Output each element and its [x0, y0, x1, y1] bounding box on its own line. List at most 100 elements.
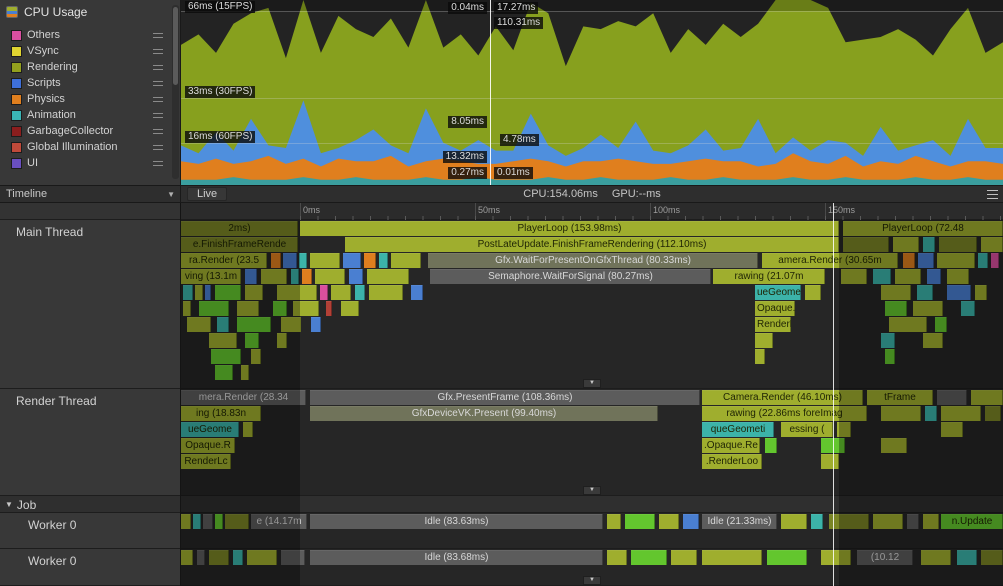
timeline-block[interactable] — [625, 514, 655, 529]
timeline-block[interactable] — [755, 349, 765, 364]
timeline-block[interactable] — [225, 514, 249, 529]
timeline-block[interactable]: ueGeome — [181, 422, 239, 437]
timeline-block[interactable] — [873, 514, 903, 529]
timeline-block[interactable] — [903, 253, 915, 268]
timeline-block[interactable] — [247, 550, 277, 565]
timeline-block[interactable] — [215, 285, 241, 300]
timeline-block[interactable] — [885, 349, 895, 364]
timeline-block[interactable] — [985, 406, 1001, 421]
timeline-block[interactable] — [881, 406, 921, 421]
timeline-block[interactable]: RenderLc — [755, 317, 791, 332]
timeline-block[interactable]: PlayerLoop (153.98ms) — [300, 221, 839, 236]
drag-handle-icon[interactable] — [153, 97, 163, 102]
timeline-block[interactable] — [918, 253, 934, 268]
timeline-block[interactable] — [881, 333, 895, 348]
timeline-block[interactable] — [829, 514, 869, 529]
timeline-block[interactable]: Gfx.WaitForPresentOnGfxThread (80.33ms) — [428, 253, 758, 268]
timeline-block[interactable] — [659, 514, 679, 529]
timeline-block[interactable] — [311, 317, 321, 332]
timeline-block[interactable] — [302, 269, 312, 284]
timeline-block[interactable] — [925, 406, 937, 421]
timeline-block[interactable] — [907, 514, 919, 529]
timeline-block[interactable]: Idle (83.63ms) — [310, 514, 603, 529]
timeline-block[interactable] — [781, 514, 807, 529]
legend-item-others[interactable]: Others — [0, 27, 169, 43]
timeline-block[interactable] — [683, 514, 699, 529]
cpu-usage-chart[interactable]: 66ms (15FPS)33ms (30FPS)16ms (60FPS)0.04… — [181, 0, 1003, 185]
legend-item-vsync[interactable]: VSync — [0, 43, 169, 59]
thread-row-label-main[interactable]: Main Thread — [0, 220, 181, 389]
timeline-block[interactable] — [607, 550, 627, 565]
timeline-block[interactable] — [369, 285, 403, 300]
thread-row-label-render[interactable]: Render Thread — [0, 389, 181, 496]
timeline-block[interactable] — [320, 285, 328, 300]
timeline-block[interactable] — [183, 285, 193, 300]
expand-collapse-button[interactable]: ▼ — [583, 379, 601, 388]
timeline-block[interactable]: GfxDeviceVK.Present (99.40ms) — [310, 406, 658, 421]
timeline-block[interactable] — [349, 269, 363, 284]
timeline-block[interactable] — [364, 253, 376, 268]
timeline-block[interactable] — [821, 438, 845, 453]
timeline-block[interactable] — [195, 285, 203, 300]
timeline-block[interactable]: ra.Render (23.5 — [181, 253, 267, 268]
timeline-block[interactable] — [261, 269, 287, 284]
timeline-block[interactable]: PostLateUpdate.FinishFrameRendering (112… — [345, 237, 839, 252]
timeline-block[interactable] — [243, 422, 253, 437]
timeline-block[interactable]: Semaphore.WaitForSignal (80.27ms) — [430, 269, 711, 284]
timeline-block[interactable] — [923, 237, 935, 252]
timeline-block[interactable] — [343, 253, 361, 268]
timeline-block[interactable] — [379, 253, 388, 268]
legend-item-animation[interactable]: Animation — [0, 107, 169, 123]
timeline-block[interactable] — [937, 253, 975, 268]
timeline-block[interactable] — [193, 514, 201, 529]
timeline-block[interactable] — [947, 269, 969, 284]
timeline-block[interactable] — [181, 550, 193, 565]
timeline-block[interactable] — [187, 317, 211, 332]
timeline-block[interactable] — [411, 285, 423, 300]
expand-collapse-button[interactable]: ▼ — [583, 576, 601, 585]
timeline-block[interactable]: Opaque.R — [755, 301, 795, 316]
timeline-block[interactable] — [961, 301, 975, 316]
timeline-block[interactable] — [293, 301, 319, 316]
legend-scrollbar-thumb[interactable] — [173, 7, 178, 85]
timeline-block[interactable]: ing (18.83n — [181, 406, 261, 421]
timeline-block[interactable] — [203, 514, 213, 529]
timeline-block[interactable] — [391, 253, 421, 268]
timeline-block[interactable] — [331, 285, 351, 300]
timeline-block[interactable] — [873, 269, 891, 284]
legend-item-garbagecollector[interactable]: GarbageCollector — [0, 123, 169, 139]
timeline-block[interactable] — [197, 550, 205, 565]
timeline-block[interactable]: n.Update — [941, 514, 1003, 529]
timeline-block[interactable] — [251, 349, 261, 364]
timeline-block[interactable] — [941, 406, 981, 421]
timeline-block[interactable] — [281, 317, 301, 332]
view-mode-dropdown[interactable]: Timeline ▼ — [0, 185, 181, 203]
timeline-block[interactable] — [315, 269, 345, 284]
timeline-block[interactable] — [957, 550, 977, 565]
context-menu-icon[interactable] — [987, 190, 998, 199]
timeline-block[interactable] — [702, 550, 762, 565]
timeline-block[interactable] — [941, 422, 963, 437]
timeline-block[interactable]: .RenderLoo — [702, 454, 762, 469]
timeline-block[interactable]: RenderLc — [181, 454, 231, 469]
timeline-block[interactable]: ving (13.1m — [181, 269, 241, 284]
timeline-block[interactable]: 2ms) — [181, 221, 298, 236]
timeline-block[interactable] — [205, 285, 211, 300]
timeline-block[interactable] — [978, 253, 988, 268]
legend-scrollbar[interactable] — [172, 5, 179, 179]
timeline-block[interactable]: Gfx.PresentFrame (108.36ms) — [310, 390, 700, 405]
timeline-block[interactable] — [215, 365, 233, 380]
timeline-block[interactable] — [923, 333, 943, 348]
timeline-block[interactable] — [211, 349, 241, 364]
timeline-block[interactable] — [215, 514, 223, 529]
legend-item-ui[interactable]: UI — [0, 155, 169, 171]
timeline-block[interactable] — [913, 301, 943, 316]
timeline-block[interactable] — [271, 253, 281, 268]
timeline-block[interactable] — [283, 253, 297, 268]
module-header[interactable]: CPU Usage — [0, 0, 181, 24]
timeline-block[interactable] — [981, 550, 1003, 565]
timeline-block[interactable] — [895, 269, 921, 284]
timeline-block[interactable] — [811, 514, 823, 529]
timeline-block[interactable] — [607, 514, 621, 529]
expand-collapse-button[interactable]: ▼ — [583, 486, 601, 495]
